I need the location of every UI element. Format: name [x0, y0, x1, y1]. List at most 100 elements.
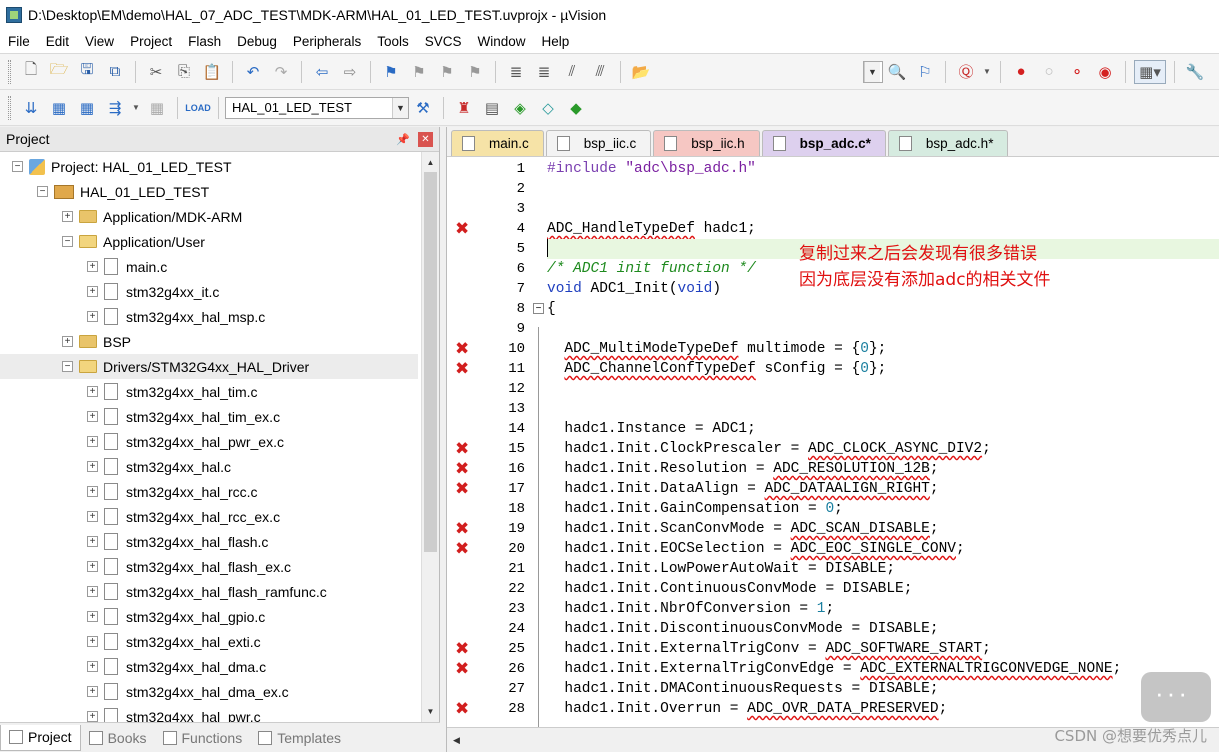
tree-node[interactable]: + BSP: [0, 329, 418, 354]
indent-icon[interactable]: ≣: [504, 60, 528, 84]
expand-icon[interactable]: +: [87, 611, 98, 622]
code-line[interactable]: hadc1.Init.Resolution = ADC_RESOLUTION_1…: [547, 459, 1219, 479]
code-line[interactable]: [547, 199, 1219, 219]
tree-file-item[interactable]: + stm32g4xx_hal_rcc.c: [0, 479, 418, 504]
menu-view[interactable]: View: [77, 30, 122, 54]
menu-flash[interactable]: Flash: [180, 30, 229, 54]
scrollbar-thumb[interactable]: [424, 172, 437, 552]
code-line[interactable]: hadc1.Init.ClockPrescaler = ADC_CLOCK_AS…: [547, 439, 1219, 459]
debug-session-icon[interactable]: Ⓠ: [954, 60, 978, 84]
code-line[interactable]: hadc1.Instance = ADC1;: [547, 419, 1219, 439]
panel-tab-project[interactable]: Project: [0, 724, 81, 751]
find-in-files-icon[interactable]: 📂: [629, 60, 653, 84]
window-layout-icon[interactable]: ▦▾: [1134, 59, 1166, 84]
expand-icon[interactable]: +: [87, 711, 98, 722]
code-line[interactable]: [547, 399, 1219, 419]
unindent-icon[interactable]: ≣: [532, 60, 556, 84]
code-line[interactable]: hadc1.Init.ContinuousConvMode = DISABLE;: [547, 579, 1219, 599]
error-x-icon[interactable]: ✖: [455, 639, 469, 659]
target-select[interactable]: HAL_01_LED_TEST ▼: [225, 96, 409, 119]
tree-file-item[interactable]: + stm32g4xx_hal_flash_ex.c: [0, 554, 418, 579]
tree-node[interactable]: + Application/MDK-ARM: [0, 204, 418, 229]
collapse-icon[interactable]: −: [62, 236, 73, 247]
project-tree-scrollbar[interactable]: ▲ ▼: [421, 152, 439, 722]
toolbar-grip[interactable]: [8, 59, 11, 84]
expand-icon[interactable]: +: [87, 686, 98, 697]
chevron-down-icon[interactable]: ▼: [131, 96, 141, 120]
expand-icon[interactable]: +: [87, 561, 98, 572]
tree-node[interactable]: − Application/User: [0, 229, 418, 254]
disable-breakpoint-icon[interactable]: ○: [1037, 60, 1061, 84]
expand-icon[interactable]: +: [87, 436, 98, 447]
menu-window[interactable]: Window: [469, 30, 533, 54]
tree-file-item[interactable]: + stm32g4xx_hal_tim.c: [0, 379, 418, 404]
chevron-down-icon[interactable]: ▼: [392, 97, 408, 118]
tree-file-item[interactable]: + stm32g4xx_hal.c: [0, 454, 418, 479]
tree-file-item[interactable]: + stm32g4xx_hal_msp.c: [0, 304, 418, 329]
stop-build-icon[interactable]: ▦: [145, 96, 169, 120]
menu-project[interactable]: Project: [122, 30, 180, 54]
clear-bookmarks-icon[interactable]: ⚑: [463, 60, 487, 84]
copy-icon[interactable]: ⎘: [172, 60, 196, 84]
cut-icon[interactable]: ✂: [144, 60, 168, 84]
code-line[interactable]: [547, 319, 1219, 339]
next-bookmark-icon[interactable]: ⚑: [435, 60, 459, 84]
expand-icon[interactable]: +: [87, 286, 98, 297]
menu-file[interactable]: File: [0, 30, 38, 54]
tree-file-item[interactable]: + stm32g4xx_hal_dma.c: [0, 654, 418, 679]
tree-file-item[interactable]: + stm32g4xx_hal_dma_ex.c: [0, 679, 418, 704]
expand-icon[interactable]: +: [62, 211, 73, 222]
code-line[interactable]: #include "adc\bsp_adc.h": [547, 159, 1219, 179]
disable-all-breakpoints-icon[interactable]: ⚬: [1065, 60, 1089, 84]
insert-breakpoint-icon[interactable]: ●: [1009, 60, 1033, 84]
redo-icon[interactable]: ↷: [269, 60, 293, 84]
menu-svcs[interactable]: SVCS: [417, 30, 470, 54]
navigate-forward-icon[interactable]: ⇨: [338, 60, 362, 84]
expand-icon[interactable]: +: [87, 586, 98, 597]
error-x-icon[interactable]: ✖: [455, 439, 469, 459]
select-software-packs-icon[interactable]: ◇: [536, 96, 560, 120]
editor-tab[interactable]: main.c: [451, 130, 544, 156]
code-line[interactable]: hadc1.Init.GainCompensation = 0;: [547, 499, 1219, 519]
editor-tab[interactable]: bsp_adc.h*: [887, 130, 1009, 156]
code-line[interactable]: hadc1.Init.ExternalTrigConv = ADC_SOFTWA…: [547, 639, 1219, 659]
code-line[interactable]: hadc1.Init.DiscontinuousConvMode = DISAB…: [547, 619, 1219, 639]
error-x-icon[interactable]: ✖: [455, 479, 469, 499]
error-x-icon[interactable]: ✖: [455, 659, 469, 679]
build-icon[interactable]: ▦: [47, 96, 71, 120]
scroll-up-icon[interactable]: ▲: [422, 154, 439, 171]
panel-tab-templates[interactable]: Templates: [250, 725, 349, 751]
rebuild-icon[interactable]: ▦: [75, 96, 99, 120]
close-icon[interactable]: ✕: [418, 131, 433, 147]
error-x-icon[interactable]: ✖: [455, 699, 469, 719]
error-x-icon[interactable]: ✖: [455, 359, 469, 379]
tree-file-item[interactable]: + stm32g4xx_hal_tim_ex.c: [0, 404, 418, 429]
toolbar-grip[interactable]: [8, 95, 11, 120]
error-x-icon[interactable]: ✖: [455, 219, 469, 239]
manage-project-items-icon[interactable]: ♜: [452, 96, 476, 120]
incremental-find-icon[interactable]: ⚐: [913, 60, 937, 84]
code-line[interactable]: hadc1.Init.ExternalTrigConvEdge = ADC_EX…: [547, 659, 1219, 679]
tree-file-item[interactable]: + stm32g4xx_hal_exti.c: [0, 629, 418, 654]
batch-build-icon[interactable]: ⇶: [103, 96, 127, 120]
panel-tab-books[interactable]: Books: [81, 725, 155, 751]
expand-icon[interactable]: +: [87, 411, 98, 422]
expand-icon[interactable]: +: [87, 261, 98, 272]
editor-tab[interactable]: bsp_iic.c: [545, 130, 652, 156]
menu-tools[interactable]: Tools: [369, 30, 417, 54]
save-icon[interactable]: 🖫: [75, 60, 99, 84]
panel-tab-functions[interactable]: Functions: [155, 725, 251, 751]
manage-run-time-env-icon[interactable]: ◈: [508, 96, 532, 120]
tree-node[interactable]: − Project: HAL_01_LED_TEST: [0, 154, 418, 179]
tree-file-item[interactable]: + stm32g4xx_it.c: [0, 279, 418, 304]
code-line[interactable]: hadc1.Init.ScanConvMode = ADC_SCAN_DISAB…: [547, 519, 1219, 539]
error-x-icon[interactable]: ✖: [455, 459, 469, 479]
editor-tab[interactable]: bsp_adc.c*: [761, 130, 886, 156]
translate-icon[interactable]: ⇊: [19, 96, 43, 120]
menu-help[interactable]: Help: [534, 30, 578, 54]
expand-icon[interactable]: +: [87, 486, 98, 497]
code-line[interactable]: hadc1.Init.NbrOfConversion = 1;: [547, 599, 1219, 619]
collapse-icon[interactable]: −: [12, 161, 23, 172]
tree-file-item[interactable]: + stm32g4xx_hal_pwr_ex.c: [0, 429, 418, 454]
pin-icon[interactable]: 📌: [396, 133, 410, 146]
